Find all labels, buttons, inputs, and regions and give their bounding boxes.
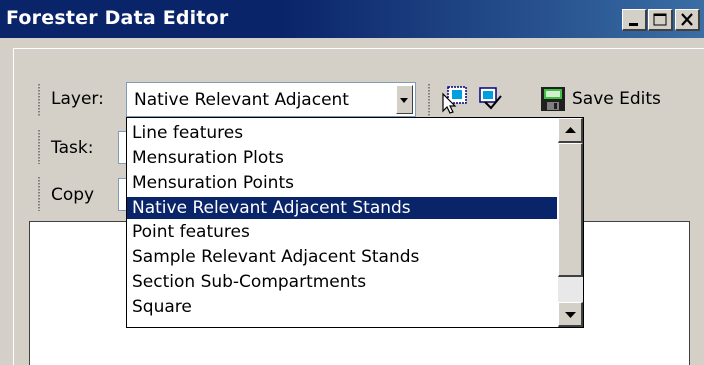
task-label: Task: xyxy=(51,138,94,158)
save-edits-label: Save Edits xyxy=(572,89,661,109)
layer-option-selected[interactable]: Native Relevant Adjacent Stands xyxy=(127,197,557,219)
layer-option[interactable]: Mensuration Points xyxy=(127,172,557,194)
save-disk-icon xyxy=(541,87,565,111)
toolbar-grip[interactable] xyxy=(38,84,42,116)
layer-dropdown-button[interactable] xyxy=(396,85,413,114)
arrow-down-icon xyxy=(565,312,576,318)
maximize-icon xyxy=(653,13,667,26)
layer-option[interactable]: Line features xyxy=(127,122,557,144)
layer-option[interactable]: Section Sub-Compartments xyxy=(127,271,557,293)
maximize-button[interactable] xyxy=(648,9,673,31)
close-button[interactable] xyxy=(675,9,700,31)
layer-dropdown-list[interactable]: Line features Mensuration Plots Mensurat… xyxy=(126,117,584,328)
select-features-button[interactable] xyxy=(439,84,469,114)
minimize-button[interactable] xyxy=(622,9,647,31)
chevron-down-icon xyxy=(400,98,408,103)
select-features-icon xyxy=(442,86,467,114)
title-bar[interactable]: Forester Data Editor xyxy=(0,0,704,38)
layer-option[interactable]: Sample Relevant Adjacent Stands xyxy=(127,246,557,268)
close-icon xyxy=(681,13,693,26)
scroll-down-button[interactable] xyxy=(558,302,583,327)
layer-select[interactable]: Native Relevant Adjacent xyxy=(126,82,416,117)
layer-select-value: Native Relevant Adjacent xyxy=(134,90,349,110)
copy-toolbar-grip[interactable] xyxy=(38,177,42,211)
scroll-up-button[interactable] xyxy=(558,118,583,143)
minimize-icon xyxy=(629,23,638,26)
dropdown-scrollbar[interactable] xyxy=(558,118,583,327)
scrollbar-thumb[interactable] xyxy=(558,143,583,277)
task-toolbar-grip[interactable] xyxy=(38,130,42,164)
layer-option[interactable]: Point features xyxy=(127,221,557,243)
toolbar-grip-2[interactable] xyxy=(428,84,432,116)
app-window: Forester Data Editor Layer: Native Relev… xyxy=(0,0,704,365)
arrow-up-icon xyxy=(565,127,576,133)
copy-label: Copy xyxy=(51,185,95,205)
layer-option[interactable]: Square xyxy=(127,296,557,318)
layer-option[interactable]: Mensuration Plots xyxy=(127,147,557,169)
clear-selection-button[interactable] xyxy=(475,84,505,114)
save-edits-button[interactable]: Save Edits xyxy=(538,84,698,114)
clear-selection-icon xyxy=(479,87,502,110)
window-title: Forester Data Editor xyxy=(6,7,229,29)
layer-label: Layer: xyxy=(51,89,104,109)
